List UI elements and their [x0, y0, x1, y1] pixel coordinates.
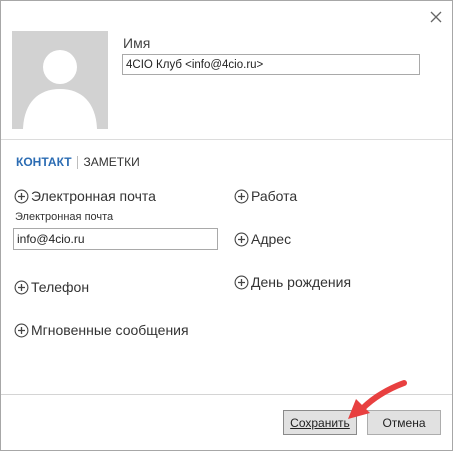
divider [1, 139, 452, 140]
save-button-label: Сохранить [290, 415, 350, 430]
add-address-button[interactable]: Адрес [234, 231, 291, 247]
add-work-label: Работа [251, 188, 298, 204]
add-im-label: Мгновенные сообщения [31, 322, 189, 338]
cancel-button[interactable]: Отмена [367, 410, 441, 435]
plus-circle-icon [14, 323, 29, 337]
contact-dialog: Имя КОНТАКТ ЗАМЕТКИ Электронная почта Эл… [0, 0, 453, 451]
tab-separator [76, 155, 78, 169]
plus-circle-icon [14, 280, 29, 294]
plus-circle-icon [234, 275, 249, 289]
add-im-button[interactable]: Мгновенные сообщения [14, 322, 189, 338]
plus-circle-icon [234, 189, 249, 203]
tab-contact[interactable]: КОНТАКТ [16, 155, 72, 169]
add-phone-button[interactable]: Телефон [14, 279, 89, 295]
add-email-button[interactable]: Электронная почта [14, 188, 156, 204]
add-birthday-label: День рождения [251, 274, 352, 290]
plus-circle-icon [14, 189, 29, 203]
add-birthday-button[interactable]: День рождения [234, 274, 351, 290]
tab-notes[interactable]: ЗАМЕТКИ [84, 155, 140, 169]
cancel-button-label: Отмена [382, 415, 426, 430]
email-field[interactable] [13, 228, 218, 250]
name-label: Имя [123, 35, 151, 51]
plus-circle-icon [234, 232, 249, 246]
close-icon[interactable] [425, 6, 447, 28]
save-button[interactable]: Сохранить [283, 410, 357, 435]
email-field-caption: Электронная почта [15, 211, 114, 223]
add-address-label: Адрес [251, 231, 292, 247]
add-email-label: Электронная почта [31, 188, 156, 204]
add-work-button[interactable]: Работа [234, 188, 297, 204]
footer-divider [1, 394, 452, 395]
avatar[interactable] [12, 31, 108, 129]
tab-bar: КОНТАКТ ЗАМЕТКИ [16, 155, 140, 169]
add-phone-label: Телефон [31, 279, 90, 295]
name-input[interactable] [122, 54, 420, 75]
